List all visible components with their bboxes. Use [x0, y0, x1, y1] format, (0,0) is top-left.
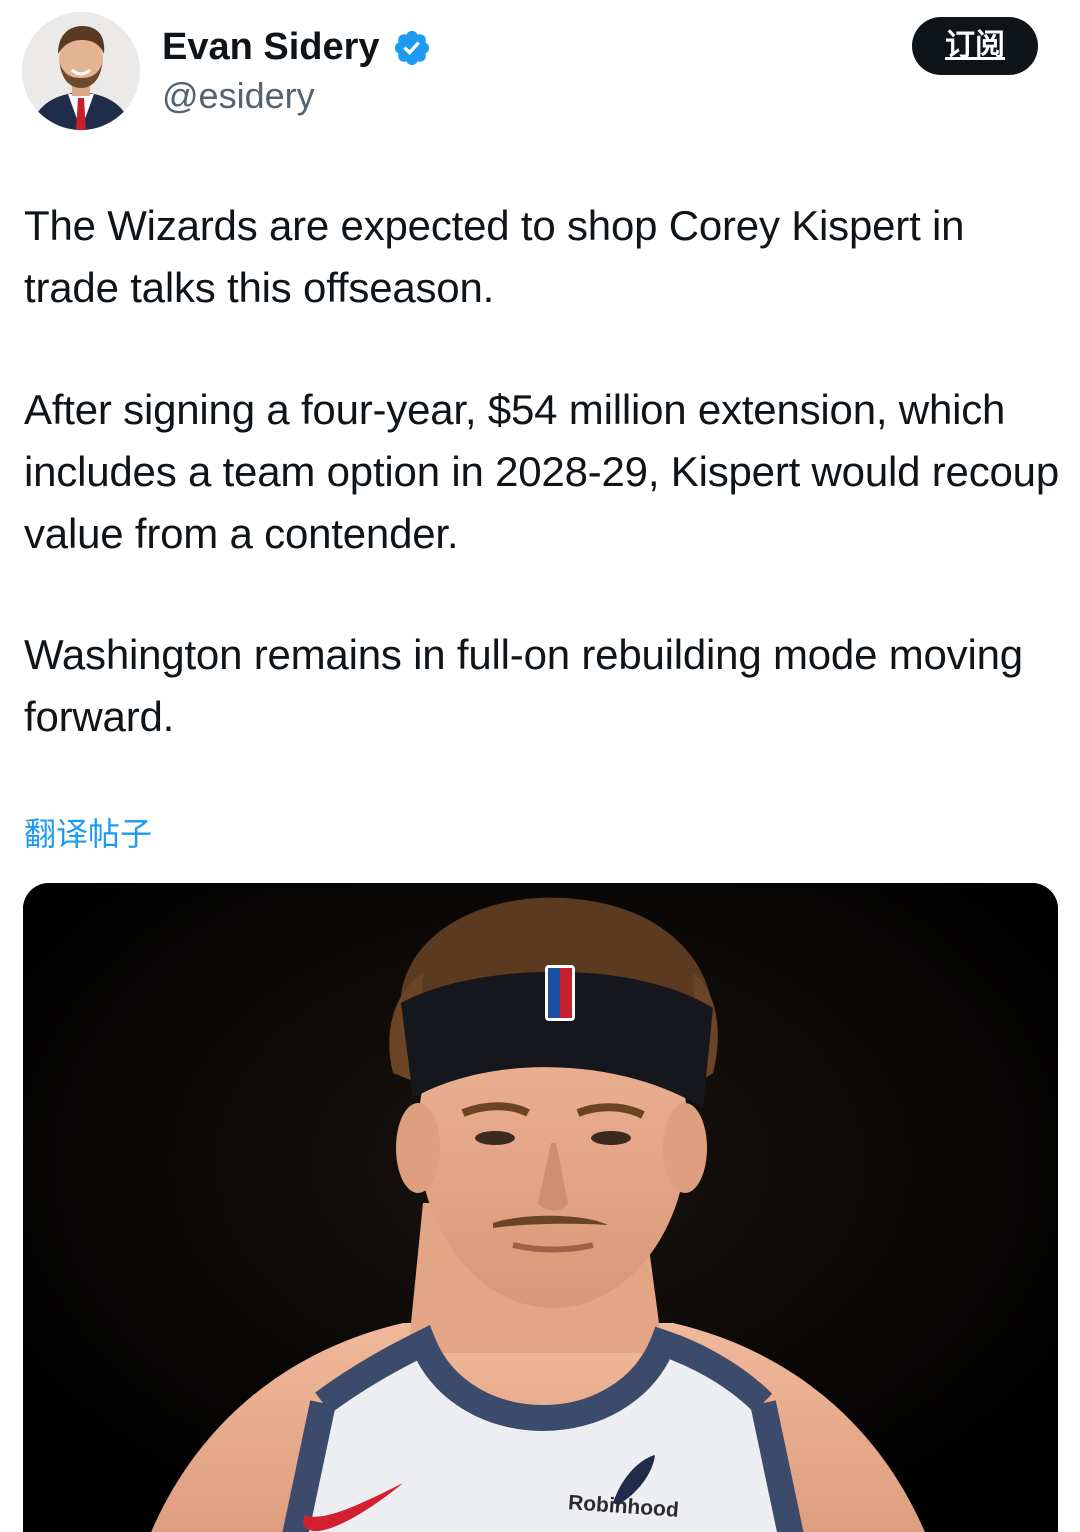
translate-post-link[interactable]: 翻译帖子 [24, 812, 152, 856]
tweet-media-image[interactable]: Robinhood [23, 883, 1058, 1532]
author-name[interactable]: Evan Sidery [162, 24, 380, 70]
tweet-paragraph: The Wizards are expected to shop Corey K… [24, 202, 965, 311]
player-photo-icon [23, 883, 1058, 1532]
verified-badge-icon [394, 30, 430, 66]
author-handle[interactable]: @esidery [162, 74, 315, 118]
tweet-paragraph: Washington remains in full-on rebuilding… [24, 631, 1023, 740]
tweet-page: Evan Sidery @esidery 订阅 The Wizards are … [0, 0, 1080, 1532]
author-avatar[interactable] [22, 12, 140, 130]
tweet-paragraph: After signing a four-year, $54 million e… [24, 386, 1059, 557]
subscribe-button[interactable]: 订阅 [912, 17, 1038, 75]
person-avatar-icon [22, 12, 140, 130]
